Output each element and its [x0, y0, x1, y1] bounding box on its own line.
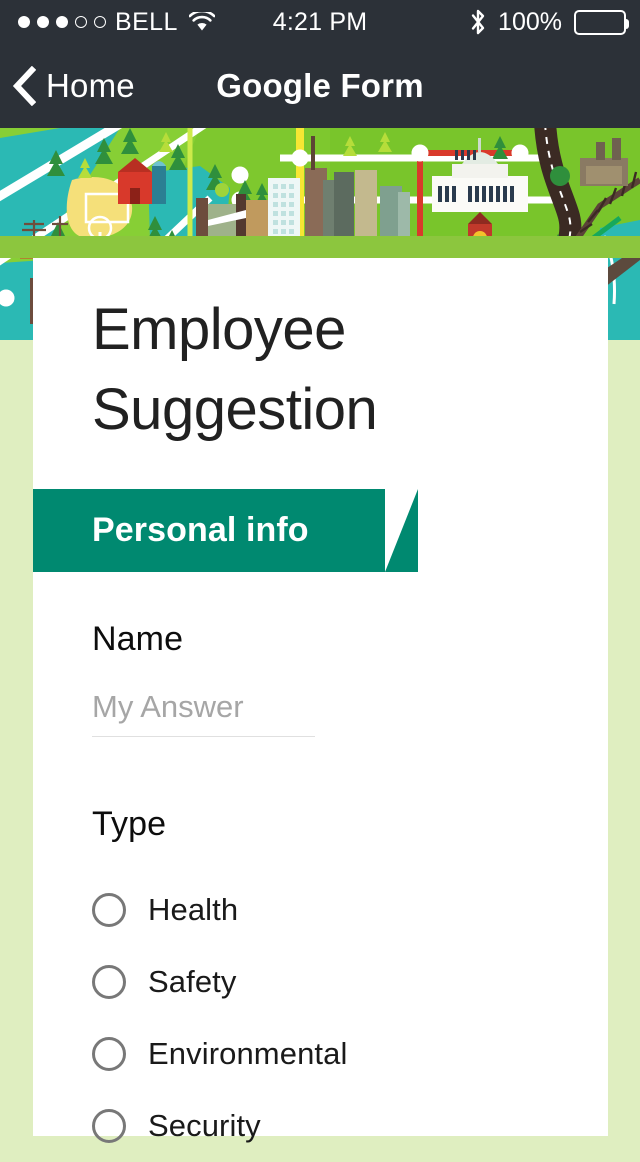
radio-option-environmental[interactable]: Environmental [92, 1018, 552, 1090]
radio-option-health[interactable]: Health [92, 874, 552, 946]
radio-circle-icon [92, 965, 126, 999]
radio-circle-icon [92, 1037, 126, 1071]
radio-option-safety[interactable]: Safety [92, 946, 552, 1018]
radio-option-security[interactable]: Security [92, 1090, 552, 1162]
type-radio-group: Health Safety Environmental Security [92, 874, 552, 1162]
status-bar: BELL 4:21 PM 100% [0, 0, 640, 44]
radio-option-label: Security [148, 1108, 261, 1143]
question-type: Type Health Safety Environmental Securit… [92, 805, 552, 1162]
form-title: Employee Suggestion [92, 290, 572, 450]
radio-option-label: Safety [148, 964, 237, 999]
radio-option-label: Environmental [148, 1036, 348, 1071]
navigation-bar: Home Google Form [0, 44, 640, 128]
radio-circle-icon [92, 893, 126, 927]
form-title-line-2: Suggestion [92, 377, 378, 442]
status-bar-right: 100% [470, 0, 629, 44]
section-header-label: Personal info [92, 511, 309, 549]
question-type-label: Type [92, 805, 167, 843]
battery-full-icon [574, 9, 629, 35]
battery-percent-label: 100% [498, 7, 562, 36]
radio-option-label: Health [148, 892, 239, 927]
form-card: Employee Suggestion Personal info Name T… [33, 258, 608, 1143]
name-input[interactable] [92, 689, 315, 737]
section-header-personal-info: Personal info [33, 489, 418, 572]
form-title-line-1: Employee [92, 297, 346, 362]
bluetooth-icon [470, 9, 486, 35]
question-name-label: Name [92, 620, 184, 658]
question-name: Name [92, 620, 552, 737]
banner-bottom-band [0, 236, 640, 258]
radio-circle-icon [92, 1109, 126, 1143]
page-title: Google Form [216, 67, 424, 104]
